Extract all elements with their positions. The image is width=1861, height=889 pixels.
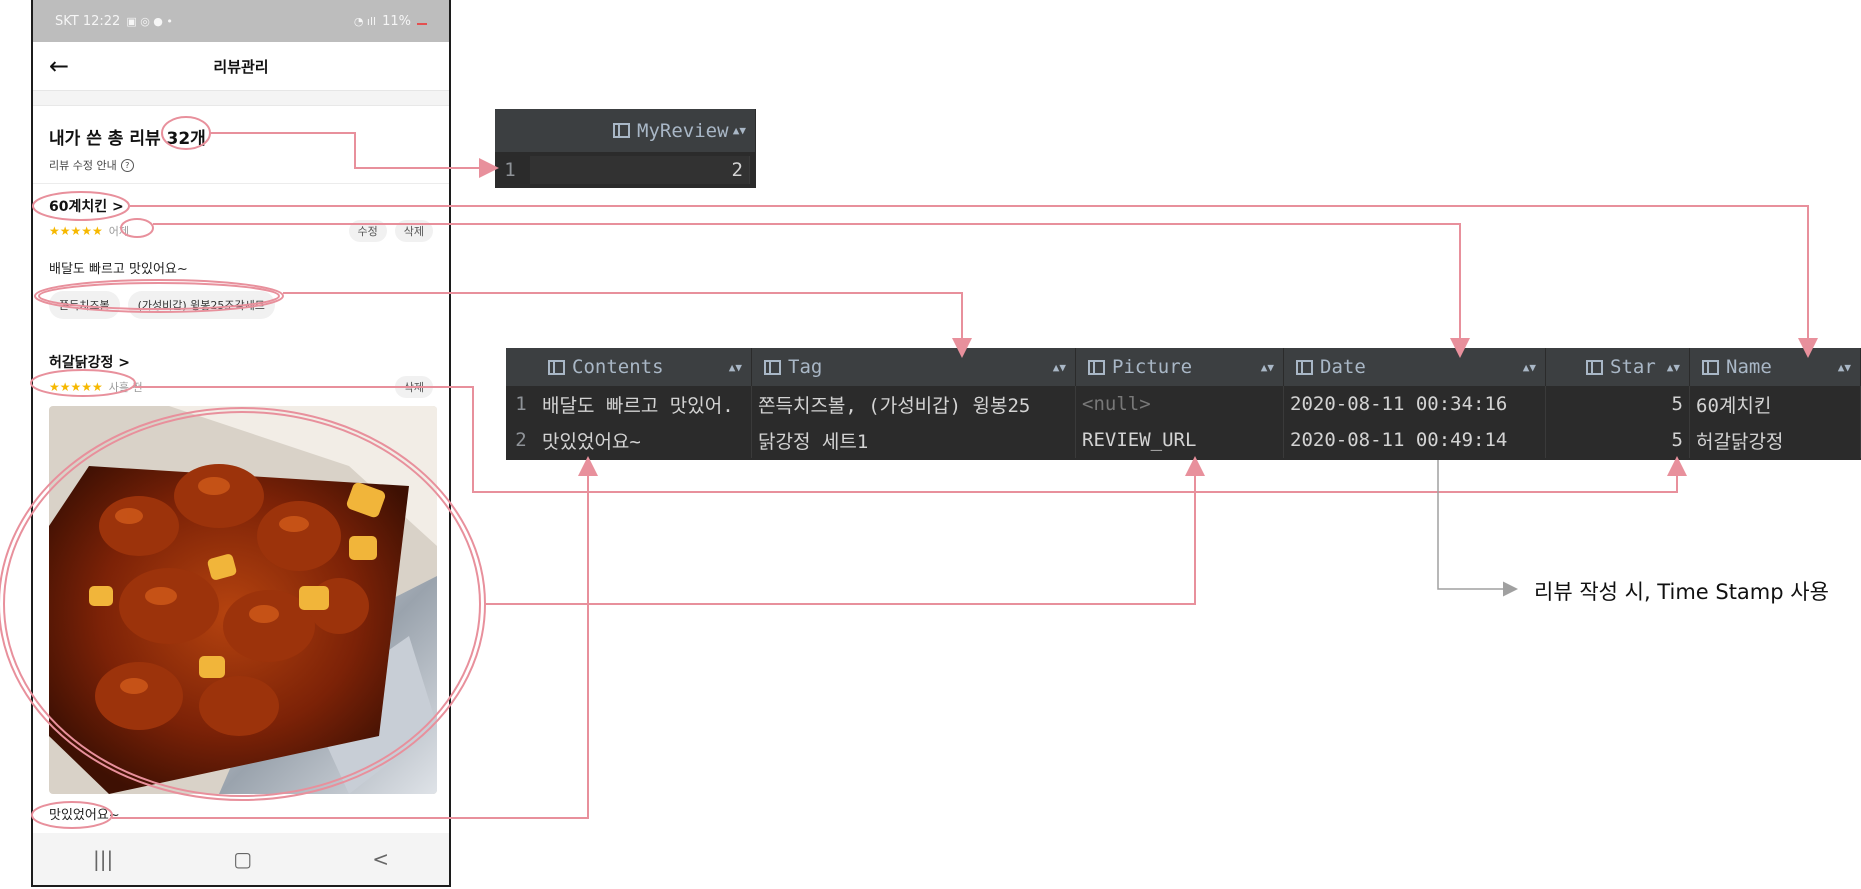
timestamp-note-arrow [1437,460,1518,597]
annotation-lines [0,116,1818,829]
annotation-overlay [0,116,1818,829]
